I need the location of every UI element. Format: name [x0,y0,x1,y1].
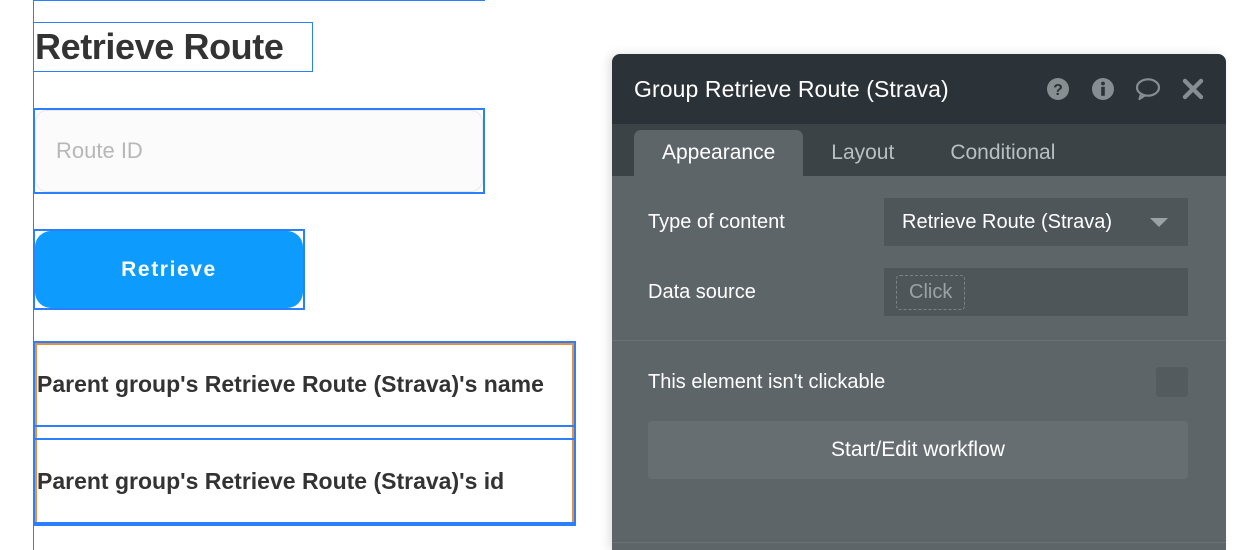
data-source-placeholder: Click [896,275,965,310]
tab-layout[interactable]: Layout [803,130,922,176]
chevron-down-icon [1150,218,1168,227]
panel-header-icons: ? [1043,74,1208,104]
group-guide-top [33,0,485,1]
not-clickable-checkbox[interactable] [1156,367,1188,397]
tab-appearance-label: Appearance [662,141,775,165]
info-icon[interactable] [1088,74,1118,104]
data-source-field[interactable]: Click [884,268,1188,316]
tab-layout-label: Layout [831,141,894,165]
start-edit-workflow-button[interactable]: Start/Edit workflow [648,421,1188,479]
tab-appearance[interactable]: Appearance [634,130,803,176]
close-icon[interactable] [1178,74,1208,104]
canvas-repeating-group[interactable]: Parent group's Retrieve Route (Strava)'s… [33,341,576,526]
type-of-content-label: Type of content [648,211,884,234]
tab-conditional[interactable]: Conditional [922,130,1083,176]
retrieve-button[interactable]: Retrieve [35,231,303,308]
panel-title: Group Retrieve Route (Strava) [634,76,1043,103]
type-of-content-row: Type of content Retrieve Route (Strava) [612,198,1226,246]
list-item-text: Parent group's Retrieve Route (Strava)'s… [35,369,544,399]
panel-header: Group Retrieve Route (Strava) ? [612,54,1226,124]
workflow-section: This element isn't clickable Start/Edit … [612,341,1226,503]
route-id-placeholder: Route ID [56,138,143,164]
type-of-content-dropdown[interactable]: Retrieve Route (Strava) [884,198,1188,246]
canvas-input-element[interactable]: Route ID [33,108,485,194]
design-canvas[interactable]: Retrieve Route Route ID Retrieve Parent … [0,0,612,550]
property-editor-panel[interactable]: Group Retrieve Route (Strava) ? [612,54,1226,550]
page-title: Retrieve Route [35,29,283,65]
help-icon[interactable]: ? [1043,74,1073,104]
panel-tabs: Appearance Layout Conditional [612,124,1226,176]
tab-conditional-label: Conditional [950,141,1055,165]
list-item-text: Parent group's Retrieve Route (Strava)'s… [35,466,504,496]
panel-body: Type of content Retrieve Route (Strava) … [612,176,1226,503]
comment-icon[interactable] [1133,74,1163,104]
data-source-label: Data source [648,281,884,304]
retrieve-button-label: Retrieve [121,258,217,282]
canvas-heading-element[interactable]: Retrieve Route [33,22,313,72]
not-clickable-label: This element isn't clickable [648,371,1156,394]
panel-bottom-divider [612,542,1226,543]
not-clickable-row: This element isn't clickable [648,367,1188,397]
route-id-input[interactable]: Route ID [35,110,483,192]
appearance-form: Type of content Retrieve Route (Strava) … [612,176,1226,340]
list-item[interactable]: Parent group's Retrieve Route (Strava)'s… [35,438,574,524]
list-item[interactable]: Parent group's Retrieve Route (Strava)'s… [35,341,574,427]
svg-text:?: ? [1053,82,1063,99]
data-source-row: Data source Click [612,268,1226,316]
canvas-button-element[interactable]: Retrieve [33,229,305,310]
start-edit-workflow-label: Start/Edit workflow [831,438,1005,462]
type-of-content-value: Retrieve Route (Strava) [902,211,1150,234]
